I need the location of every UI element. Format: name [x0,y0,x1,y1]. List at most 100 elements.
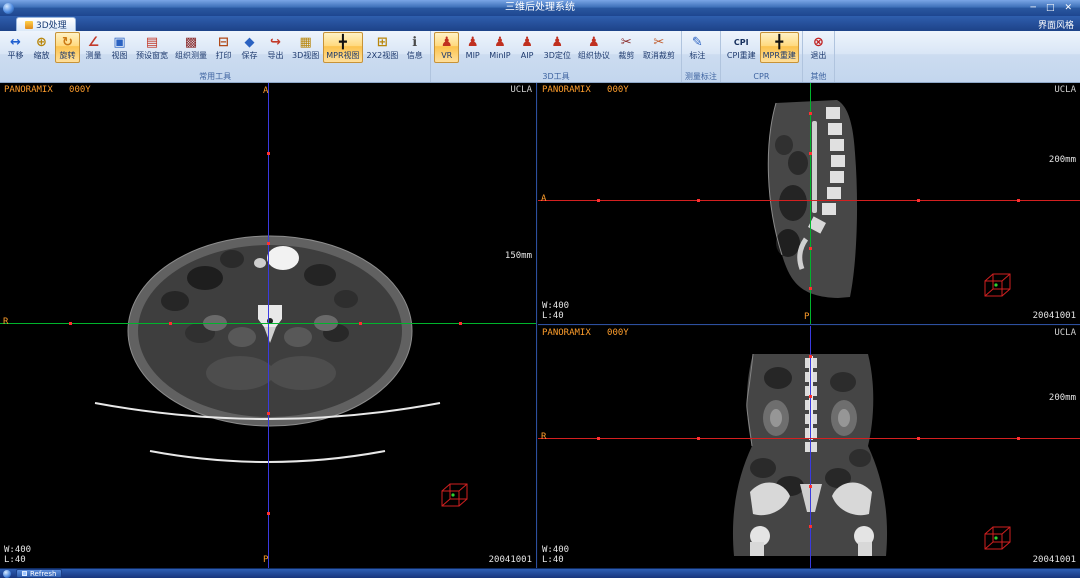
pan-button[interactable]: ↔ 平移 [3,32,28,63]
annotate-button[interactable]: ✎ 标注 [685,32,710,63]
crosshair-handle[interactable] [1017,437,1020,440]
title-bar: 三维后处理系统 ─ □ ✕ [0,0,1080,16]
crosshair-handle[interactable] [809,287,812,290]
ribbon-group-4: ⊗ 退出 其他 [803,31,835,82]
crosshair-handle[interactable] [697,437,700,440]
crosshair-handle[interactable] [267,512,270,515]
view-button[interactable]: ▣ 视图 [107,32,132,63]
tissue-measure-button[interactable]: ▩ 组织测量 [172,32,210,63]
tab-label: 3D处理 [36,21,67,31]
viewport-axial[interactable]: PANORAMIX 000Y UCLA A R P 150mm W:400 L:… [0,83,537,568]
patient-name: PANORAMIX [542,85,591,95]
ribbon-button-label: 退出 [810,51,827,60]
info-icon: ℹ [412,35,418,50]
crosshair-handle[interactable] [597,199,600,202]
measure-button[interactable]: ∠ 测量 [81,32,106,63]
ribbon-button-label: MPR视图 [326,51,360,60]
date-label: 20041001 [1032,311,1076,321]
save-button[interactable]: ◆ 保存 [237,32,262,63]
crosshair-handle[interactable] [809,485,812,488]
crosshair-handle[interactable] [597,437,600,440]
ribbon-button-label: 打印 [215,51,232,60]
orientation-left-label: A [541,194,547,204]
ribbon-group-0: ↔ 平移 ⊕ 缩放 ↻ 旋转 ∠ 测量 ▣ 视图 ▤ 预设窗宽 ▩ 组织测量 ⊟ 打印 ◆ 保存 ↪ 导出 ▦ 3D视图 ╋… [0,31,432,82]
crosshair-handle[interactable] [809,395,812,398]
site-label: UCLA [1054,328,1076,338]
crosshair-handle[interactable] [809,355,812,358]
crosshair-handle[interactable] [1017,199,1020,202]
pan-icon: ↔ [10,35,21,50]
ribbon-tab-row: 3D处理 界面风格 [0,16,1080,31]
exit-button[interactable]: ⊗ 退出 [806,32,831,63]
ribbon-button-label: 视图 [111,51,128,60]
crosshair-handle[interactable] [809,152,812,155]
app-logo-icon[interactable] [3,2,14,14]
tab-3d-processing[interactable]: 3D处理 [16,17,76,31]
ribbon-group-label: 测量标注 [684,72,717,81]
print-button[interactable]: ⊟ 打印 [211,32,236,63]
viewport-sagittal[interactable]: PANORAMIX 000Y UCLA A P 200mm W:400 L:40… [538,83,1080,325]
mpr-rebuild-button[interactable]: ╋ MPR重建 [759,32,799,63]
aip-icon: ♟ [521,35,533,50]
crosshair-handle[interactable] [459,322,462,325]
crosshair-handle[interactable] [809,525,812,528]
vr-button[interactable]: ♟ VR [434,32,460,63]
crosshair-handle[interactable] [697,199,700,202]
ribbon-group-buttons: CPI CPI重建 ╋ MPR重建 [724,32,799,71]
window-preset-button[interactable]: ▤ 预设窗宽 [133,32,171,63]
3d-locate-button[interactable]: ♟ 3D定位 [541,32,574,63]
minip-button[interactable]: ♟ MinIP [486,32,513,63]
ribbon-group-3: CPI CPI重建 ╋ MPR重建 CPR [721,31,803,82]
orientation-cube-icon[interactable] [981,524,1015,554]
zoom-button[interactable]: ⊕ 缩放 [29,32,54,63]
crosshair-handle[interactable] [917,199,920,202]
aip-button[interactable]: ♟ AIP [515,32,540,63]
crosshair-handle[interactable] [69,322,72,325]
interface-style-menu[interactable]: 界面风格 [1038,18,1074,31]
2x2-view-button[interactable]: ⊞ 2X2视图 [364,32,402,63]
orientation-cube-icon[interactable] [981,271,1015,301]
coronal-crosshair-horizontal[interactable] [538,438,1080,439]
cpr-rebuild-button[interactable]: CPI CPI重建 [724,32,759,63]
crosshair-handle[interactable] [809,247,812,250]
axial-crosshair-vertical[interactable] [268,83,269,568]
tab-icon [25,20,33,29]
ribbon-button-label: AIP [520,51,534,60]
crosshair-handle[interactable] [169,322,172,325]
crosshair-handle[interactable] [809,112,812,115]
rotate-button[interactable]: ↻ 旋转 [55,32,80,63]
patient-label: PANORAMIX 000Y [4,85,91,95]
orientation-left-label: R [541,432,547,442]
mip-button[interactable]: ♟ MIP [460,32,485,63]
crop-button[interactable]: ✂ 裁剪 [614,32,639,63]
crosshair-handle[interactable] [267,152,270,155]
ribbon-button-label: 缩放 [33,51,50,60]
crosshair-handle[interactable] [267,412,270,415]
crosshair-handle[interactable] [917,437,920,440]
ribbon-button-label: 信息 [406,51,423,60]
export-button[interactable]: ↪ 导出 [263,32,288,63]
close-button[interactable]: ✕ [1064,3,1072,13]
mpr-view-button[interactable]: ╋ MPR视图 [323,32,363,63]
window-width-label: W:400 [4,545,32,555]
info-button[interactable]: ℹ 信息 [402,32,427,63]
scale-label: 150mm [504,251,532,261]
uncrop-button[interactable]: ✂ 取消裁剪 [640,32,678,63]
start-orb-icon[interactable] [3,569,11,578]
3d-view-button[interactable]: ▦ 3D视图 [289,32,322,63]
orientation-cube-icon[interactable] [438,481,472,511]
axial-crosshair-horizontal[interactable] [0,323,536,324]
viewport-coronal[interactable]: PANORAMIX 000Y UCLA R 200mm W:400 L:40 2… [538,326,1080,568]
maximize-button[interactable]: □ [1046,3,1055,13]
refresh-task-button[interactable]: Refresh [16,569,63,578]
coronal-crosshair-vertical[interactable] [810,326,811,568]
minimize-button[interactable]: ─ [1031,3,1036,13]
ribbon-group-label: 常用工具 [199,72,232,81]
sagittal-crosshair-horizontal[interactable] [538,200,1080,201]
tissue-protocol-button[interactable]: ♟ 组织协议 [575,32,613,63]
refresh-icon [22,571,27,576]
rotate-icon: ↻ [62,35,73,50]
patient-code: 000Y [607,85,629,95]
crosshair-handle[interactable] [359,322,362,325]
crosshair-handle[interactable] [267,242,270,245]
